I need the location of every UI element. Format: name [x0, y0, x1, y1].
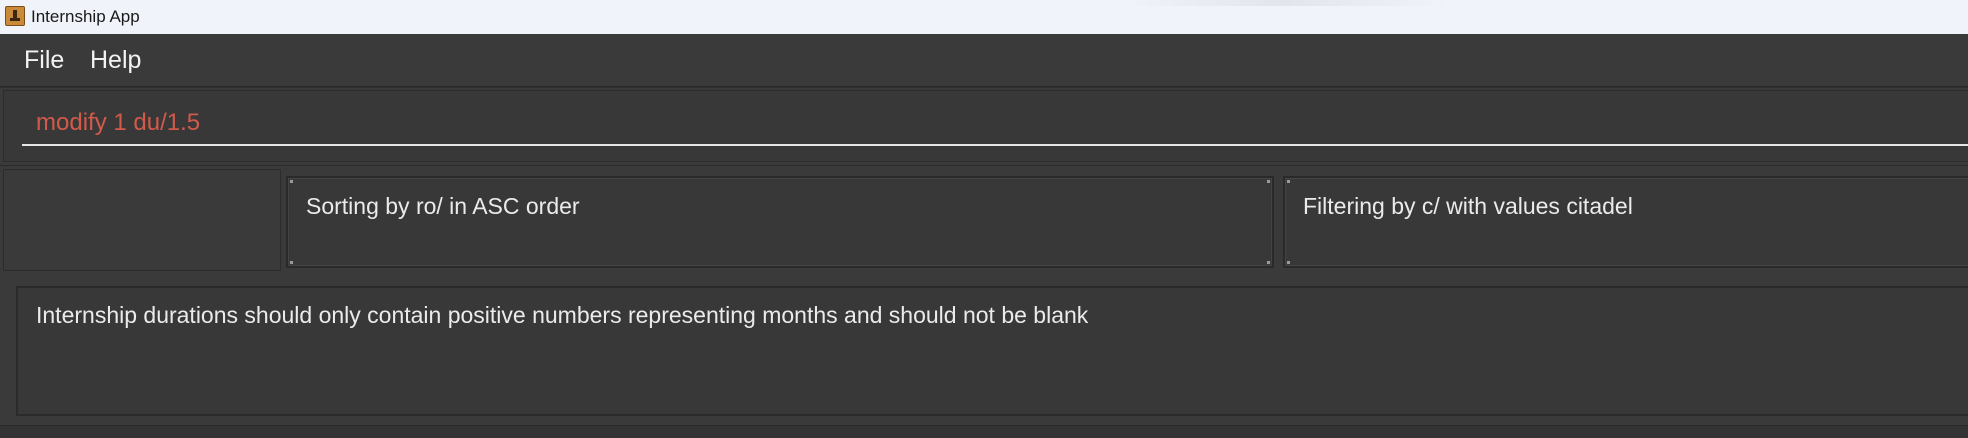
filter-status-box: Filtering by c/ with values citadel [1283, 176, 1968, 268]
menu-bar: File Help [0, 34, 1968, 87]
result-message: Internship durations should only contain… [36, 302, 1089, 328]
command-box-panel [0, 87, 1968, 166]
filter-status-text: Filtering by c/ with values citadel [1303, 193, 1633, 219]
result-display-panel: Internship durations should only contain… [0, 276, 1968, 438]
corner-dot [1287, 261, 1290, 264]
window-title: Internship App [31, 7, 140, 26]
sort-status-box: Sorting by ro/ in ASC order [286, 176, 1274, 268]
app-icon [5, 6, 25, 26]
corner-dot [290, 261, 293, 264]
titlebar-highlight [1120, 0, 1450, 6]
status-spacer [3, 169, 281, 271]
result-display[interactable]: Internship durations should only contain… [16, 286, 1968, 416]
bottom-divider [0, 425, 1968, 438]
corner-dot [1267, 261, 1270, 264]
sort-status-text: Sorting by ro/ in ASC order [306, 193, 580, 219]
status-panel: Sorting by ro/ in ASC order Filtering by… [0, 165, 1968, 277]
corner-dot [1267, 180, 1270, 183]
menu-file[interactable]: File [24, 46, 64, 74]
command-input[interactable] [22, 102, 1968, 146]
corner-dot [290, 180, 293, 183]
window-titlebar: Internship App [0, 0, 1968, 34]
menu-help[interactable]: Help [90, 46, 141, 74]
corner-dot [1287, 180, 1290, 183]
